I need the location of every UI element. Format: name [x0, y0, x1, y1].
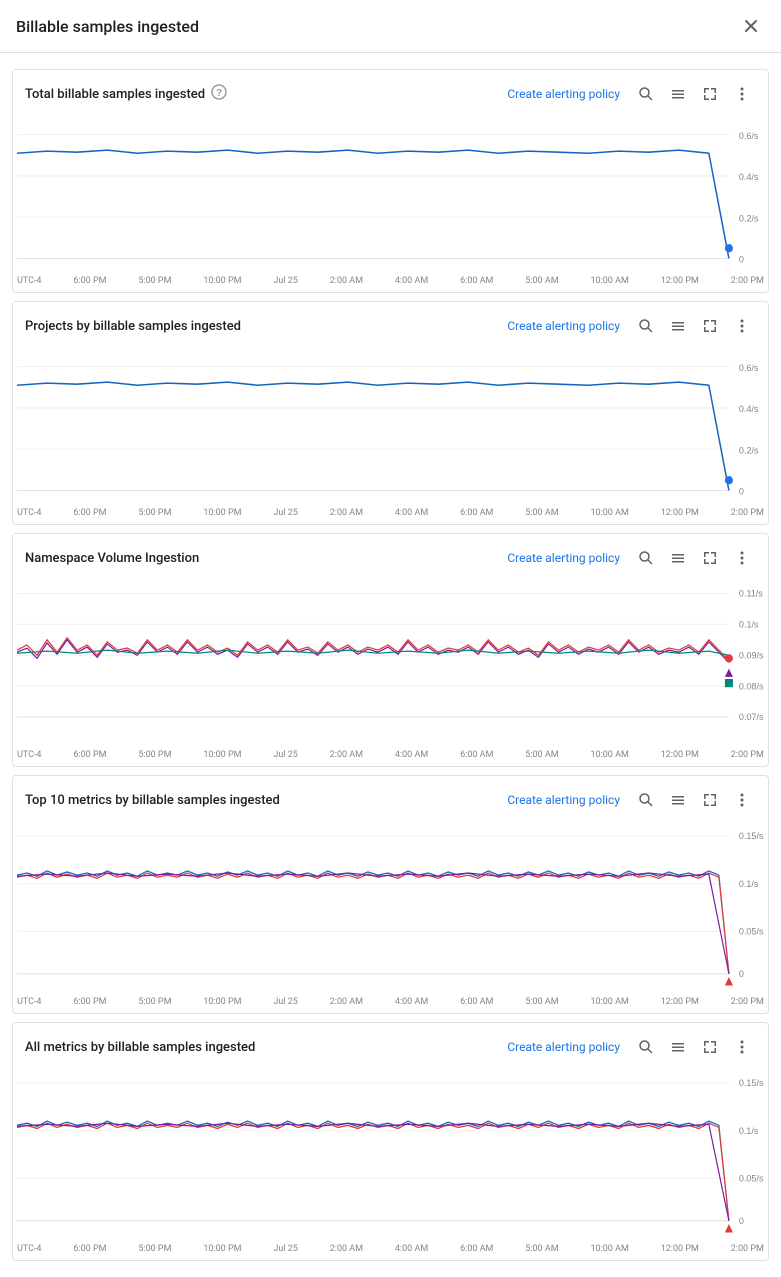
chart-svg-4: 0.15/s 0.1/s 0.05/s 0: [17, 820, 764, 995]
expand-button-4[interactable]: [696, 786, 724, 814]
legend-icon: [670, 86, 686, 102]
search-icon: [638, 86, 654, 102]
chart-actions-3: Create alerting policy: [507, 544, 756, 572]
chart-actions-4: Create alerting policy: [507, 786, 756, 814]
search-button-5[interactable]: [632, 1033, 660, 1061]
info-icon[interactable]: ?: [211, 84, 227, 104]
expand-button-5[interactable]: [696, 1033, 724, 1061]
chart-panel-all-metrics: All metrics by billable samples ingested…: [12, 1022, 769, 1261]
more-button-5[interactable]: [728, 1033, 756, 1061]
more-button-3[interactable]: [728, 544, 756, 572]
svg-text:0.6/s: 0.6/s: [739, 131, 759, 141]
chart-panel-projects: Projects by billable samples ingested Cr…: [12, 301, 769, 525]
x-axis-3: UTC-4 6:00 PM 5:00 PM 10:00 PM Jul 25 2:…: [13, 748, 768, 766]
legend-button-2[interactable]: [664, 312, 692, 340]
svg-text:0.07/s: 0.07/s: [739, 712, 764, 722]
chart-area-1: 0.6/s 0.4/s 0.2/s 0: [17, 114, 764, 274]
svg-text:0: 0: [739, 255, 744, 265]
search-button-3[interactable]: [632, 544, 660, 572]
svg-text:0: 0: [739, 1216, 744, 1226]
chart-actions: Create alerting policy: [507, 80, 756, 108]
create-alert-link-4[interactable]: Create alerting policy: [507, 793, 620, 807]
chart-title-area-3: Namespace Volume Ingestion: [25, 551, 199, 566]
chart-svg-1: 0.6/s 0.4/s 0.2/s 0: [17, 114, 764, 274]
chart-title-5: All metrics by billable samples ingested: [25, 1040, 255, 1055]
chart-title: Total billable samples ingested: [25, 87, 205, 102]
chart-panel-top10: Top 10 metrics by billable samples inges…: [12, 775, 769, 1014]
svg-text:0.05/s: 0.05/s: [739, 926, 764, 936]
chart-title-area-2: Projects by billable samples ingested: [25, 319, 241, 334]
svg-text:0.1/s: 0.1/s: [739, 619, 759, 629]
chart-actions-5: Create alerting policy: [507, 1033, 756, 1061]
chart-header-3: Namespace Volume Ingestion Create alerti…: [13, 534, 768, 578]
svg-text:0.2/s: 0.2/s: [739, 445, 759, 455]
more-button[interactable]: [728, 80, 756, 108]
chart-area-3: 0.11/s 0.1/s 0.09/s 0.08/s 0.07/s: [17, 578, 764, 748]
search-button[interactable]: [632, 80, 660, 108]
chart-header-5: All metrics by billable samples ingested…: [13, 1023, 768, 1067]
expand-button-3[interactable]: [696, 544, 724, 572]
page-header: Billable samples ingested: [0, 0, 781, 53]
chart-title-area-5: All metrics by billable samples ingested: [25, 1040, 255, 1055]
create-alert-link-2[interactable]: Create alerting policy: [507, 319, 620, 333]
svg-text:0.4/s: 0.4/s: [739, 404, 759, 414]
chart-title-2: Projects by billable samples ingested: [25, 319, 241, 334]
create-alert-link-3[interactable]: Create alerting policy: [507, 551, 620, 565]
svg-text:0.6/s: 0.6/s: [739, 363, 759, 373]
chart-area-4: 0.15/s 0.1/s 0.05/s 0: [17, 820, 764, 995]
expand-button-2[interactable]: [696, 312, 724, 340]
svg-text:0.4/s: 0.4/s: [739, 172, 759, 182]
legend-button-5[interactable]: [664, 1033, 692, 1061]
chart-actions-2: Create alerting policy: [507, 312, 756, 340]
chart-header-4: Top 10 metrics by billable samples inges…: [13, 776, 768, 820]
chart-area-2: 0.6/s 0.4/s 0.2/s 0: [17, 346, 764, 506]
svg-text:0.09/s: 0.09/s: [739, 650, 764, 660]
x-axis-2: UTC-4 6:00 PM 5:00 PM 10:00 PM Jul 25 2:…: [13, 506, 768, 524]
chart-title-area: Total billable samples ingested ?: [25, 84, 227, 104]
svg-text:0: 0: [739, 969, 744, 979]
legend-button-3[interactable]: [664, 544, 692, 572]
chart-svg-3: 0.11/s 0.1/s 0.09/s 0.08/s 0.07/s: [17, 578, 764, 748]
x-axis-5: UTC-4 6:00 PM 5:00 PM 10:00 PM Jul 25 2:…: [13, 1242, 768, 1260]
charts-container: Total billable samples ingested ? Create…: [0, 53, 781, 1277]
create-alert-link-5[interactable]: Create alerting policy: [507, 1040, 620, 1054]
x-axis-4: UTC-4 6:00 PM 5:00 PM 10:00 PM Jul 25 2:…: [13, 995, 768, 1013]
svg-text:0.11/s: 0.11/s: [739, 588, 763, 598]
svg-text:0.1/s: 0.1/s: [739, 1126, 759, 1136]
more-icon: [734, 86, 750, 102]
expand-button[interactable]: [696, 80, 724, 108]
chart-header-2: Projects by billable samples ingested Cr…: [13, 302, 768, 346]
svg-text:0.08/s: 0.08/s: [739, 681, 764, 691]
chart-area-5: 0.15/s 0.1/s 0.05/s 0: [17, 1067, 764, 1242]
chart-panel-namespace: Namespace Volume Ingestion Create alerti…: [12, 533, 769, 767]
svg-text:0.2/s: 0.2/s: [739, 213, 759, 223]
search-button-4[interactable]: [632, 786, 660, 814]
chart-title-area-4: Top 10 metrics by billable samples inges…: [25, 793, 280, 808]
svg-text:0.1/s: 0.1/s: [739, 879, 759, 889]
chart-title-3: Namespace Volume Ingestion: [25, 551, 199, 566]
svg-text:0.05/s: 0.05/s: [739, 1173, 764, 1183]
svg-text:0: 0: [739, 487, 744, 497]
search-button-2[interactable]: [632, 312, 660, 340]
close-button[interactable]: [737, 12, 765, 40]
page-title: Billable samples ingested: [16, 17, 199, 36]
chart-svg-2: 0.6/s 0.4/s 0.2/s 0: [17, 346, 764, 506]
close-icon: [742, 17, 760, 35]
legend-button-4[interactable]: [664, 786, 692, 814]
more-button-2[interactable]: [728, 312, 756, 340]
svg-text:0.15/s: 0.15/s: [739, 1078, 764, 1088]
create-alert-link[interactable]: Create alerting policy: [507, 87, 620, 101]
svg-text:0.15/s: 0.15/s: [739, 831, 764, 841]
chart-title-4: Top 10 metrics by billable samples inges…: [25, 793, 280, 808]
legend-button[interactable]: [664, 80, 692, 108]
more-button-4[interactable]: [728, 786, 756, 814]
expand-icon: [702, 86, 718, 102]
x-axis-1: UTC-4 6:00 PM 5:00 PM 10:00 PM Jul 25 2:…: [13, 274, 768, 292]
chart-header: Total billable samples ingested ? Create…: [13, 70, 768, 114]
chart-panel-total-billable: Total billable samples ingested ? Create…: [12, 69, 769, 293]
svg-text:?: ?: [216, 88, 222, 99]
chart-svg-5: 0.15/s 0.1/s 0.05/s 0: [17, 1067, 764, 1242]
